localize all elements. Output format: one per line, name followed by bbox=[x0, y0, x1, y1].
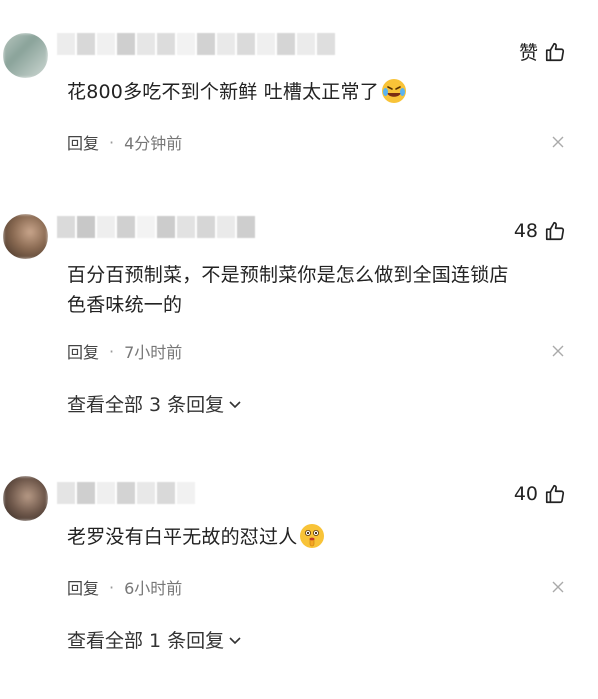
thumbs-up-icon bbox=[545, 484, 565, 504]
username-blurred[interactable] bbox=[57, 216, 255, 238]
close-icon[interactable] bbox=[552, 581, 564, 593]
close-icon[interactable] bbox=[552, 345, 564, 357]
view-all-replies[interactable]: 查看全部 1 条回复 bbox=[67, 626, 242, 653]
comment-item: 40 老罗没有白平无故的怼过人 回复 · 6小时前 查看全部 1 条回复 bbox=[0, 430, 598, 699]
view-all-replies-label: 查看全部 1 条回复 bbox=[67, 630, 225, 652]
comment-text: 花800多吃不到个新鲜 吐槽太正常了 bbox=[67, 77, 567, 107]
reply-button[interactable]: 回复 bbox=[67, 575, 99, 599]
comment-text-content: 花800多吃不到个新鲜 吐槽太正常了 bbox=[67, 81, 379, 103]
username-blurred[interactable] bbox=[57, 33, 335, 55]
separator: · bbox=[109, 341, 115, 361]
rolling-laughing-emoji bbox=[381, 79, 406, 103]
like-count: 48 bbox=[513, 220, 538, 242]
comment-text-line: 百分百预制菜，不是预制菜你是怎么做到全国连锁店 bbox=[67, 264, 509, 286]
shushing-face-emoji bbox=[300, 524, 325, 548]
comment-item: 48 百分百预制菜，不是预制菜你是怎么做到全国连锁店 色香味统一的 回复 · 7… bbox=[0, 170, 598, 430]
reply-button[interactable]: 回复 bbox=[67, 339, 99, 363]
comment-text-content: 老罗没有白平无故的怼过人 bbox=[67, 526, 298, 548]
comment-text: 百分百预制菜，不是预制菜你是怎么做到全国连锁店 色香味统一的 bbox=[67, 260, 567, 320]
view-all-replies-label: 查看全部 3 条回复 bbox=[67, 394, 225, 416]
like-button[interactable]: 赞 bbox=[519, 38, 566, 65]
avatar[interactable] bbox=[3, 33, 48, 78]
chevron-down-icon bbox=[229, 400, 241, 408]
like-button[interactable]: 40 bbox=[514, 483, 566, 505]
comment-meta: 回复 · 4分钟前 bbox=[67, 130, 182, 154]
view-all-replies[interactable]: 查看全部 3 条回复 bbox=[67, 390, 242, 417]
comment-meta: 回复 · 7小时前 bbox=[67, 339, 182, 363]
comment-time: 7小时前 bbox=[124, 343, 183, 362]
thumbs-up-icon bbox=[545, 221, 565, 241]
separator: · bbox=[109, 132, 115, 152]
close-icon[interactable] bbox=[552, 136, 564, 148]
comment-text-line: 色香味统一的 bbox=[67, 294, 183, 316]
comment-time: 4分钟前 bbox=[124, 134, 183, 153]
comment-item: 赞 花800多吃不到个新鲜 吐槽太正常了 回复 · 4分钟前 bbox=[0, 0, 598, 170]
like-count: 40 bbox=[513, 483, 538, 505]
separator: · bbox=[109, 577, 115, 597]
like-count: 赞 bbox=[518, 42, 538, 64]
like-button[interactable]: 48 bbox=[514, 220, 566, 242]
username-blurred[interactable] bbox=[57, 482, 195, 504]
comment-meta: 回复 · 6小时前 bbox=[67, 575, 182, 599]
thumbs-up-icon bbox=[545, 42, 565, 61]
reply-button[interactable]: 回复 bbox=[67, 130, 99, 154]
avatar[interactable] bbox=[3, 214, 48, 259]
avatar[interactable] bbox=[3, 476, 48, 521]
comment-time: 6小时前 bbox=[124, 579, 183, 598]
comment-text: 老罗没有白平无故的怼过人 bbox=[67, 522, 567, 552]
chevron-down-icon bbox=[229, 636, 241, 644]
